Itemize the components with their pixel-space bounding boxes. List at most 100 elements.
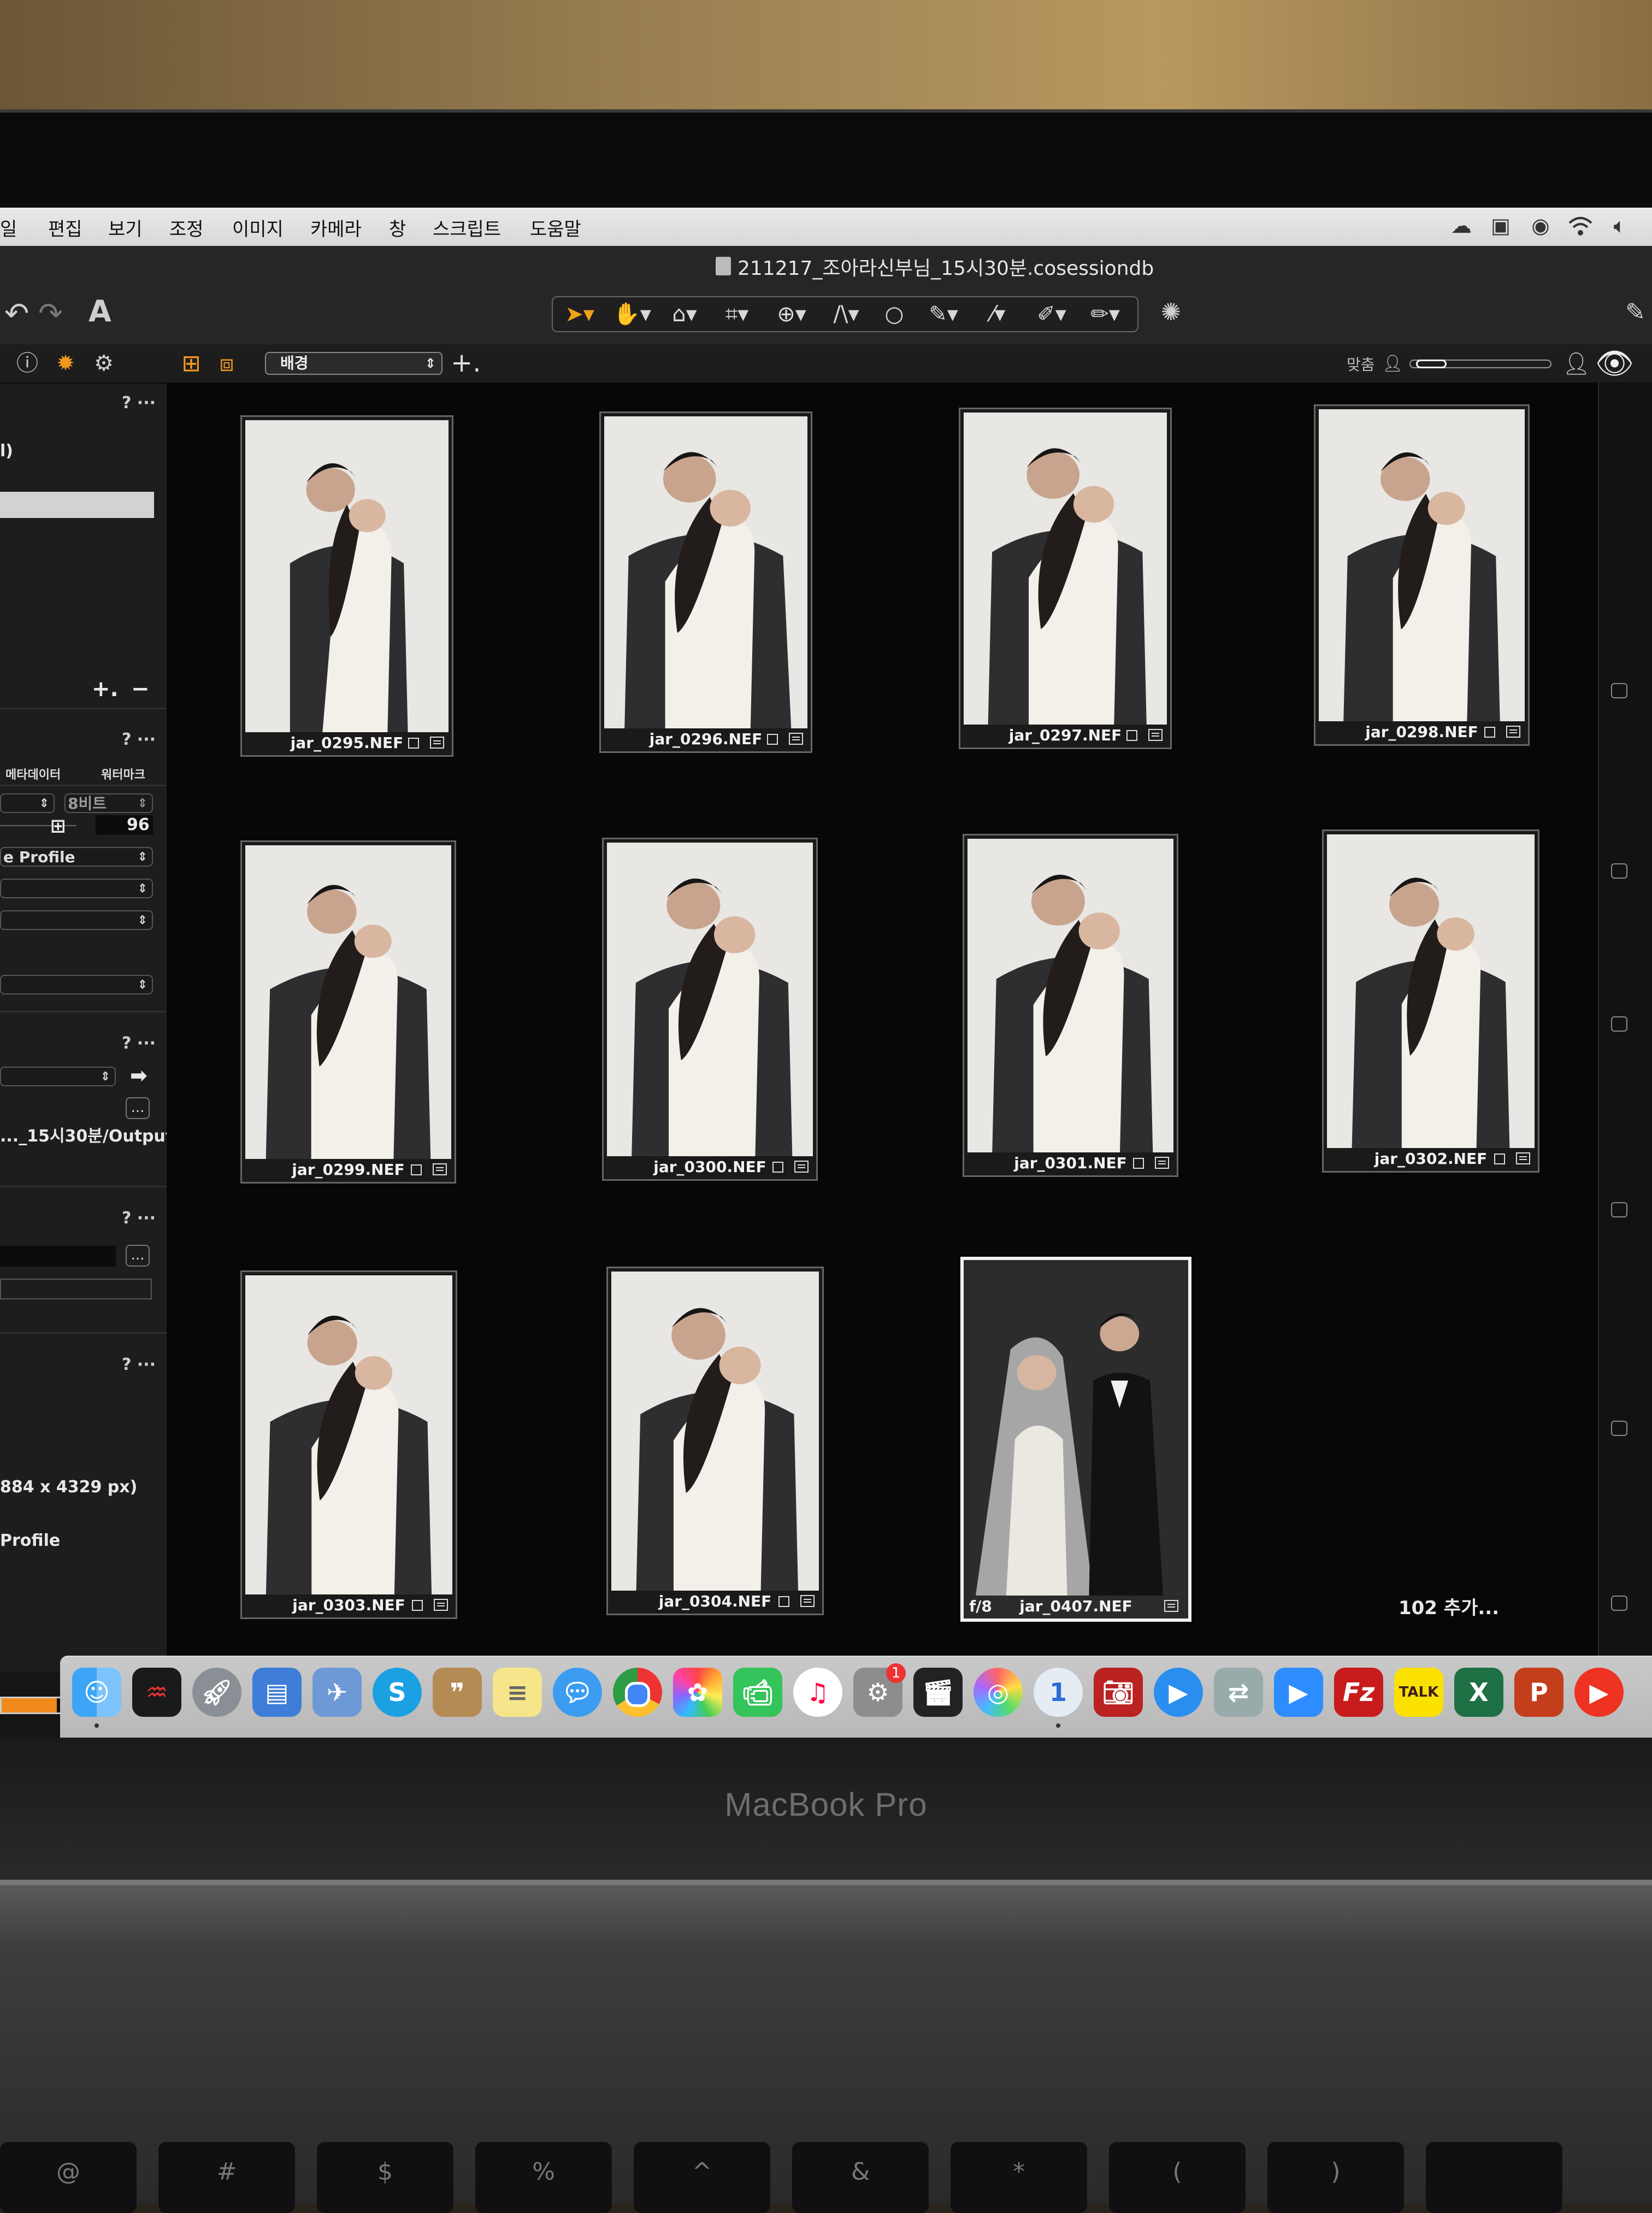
launchpad-icon[interactable]: 🚀︎ [192, 1668, 241, 1717]
icc-profile-select[interactable]: e Profile ⇕ [0, 847, 153, 867]
thumbnail-select-checkbox[interactable] [1126, 730, 1137, 741]
rotate-tool-icon[interactable]: ⊕▾ [767, 301, 816, 328]
audio-recorder-icon[interactable]: ♒ [132, 1668, 181, 1717]
info-tab-icon[interactable]: ⓘ [14, 350, 41, 377]
metadata-icon[interactable] [794, 1161, 809, 1173]
menu-window[interactable]: 창 [389, 214, 406, 241]
notes-icon[interactable]: ≡ [493, 1668, 542, 1717]
menu-camera[interactable]: 카메라 [310, 214, 362, 241]
metadata-icon[interactable] [1164, 1600, 1178, 1612]
thumbnail[interactable]: jar_0298.NEF [1314, 404, 1530, 746]
thumbnail-select-checkbox[interactable] [411, 1164, 422, 1175]
job-name-field[interactable] [0, 1279, 152, 1299]
metadata-icon[interactable] [800, 1595, 815, 1607]
browse-folder-button[interactable]: ... [126, 1097, 150, 1119]
right-checkbox[interactable] [1611, 1596, 1627, 1611]
excel-icon[interactable]: X [1454, 1668, 1503, 1717]
naming-format-field[interactable] [0, 1246, 116, 1267]
menu-help[interactable]: 도움말 [530, 214, 581, 241]
selected-recipe-row[interactable] [0, 492, 154, 518]
section-help-icon[interactable]: ? ··· [122, 1209, 156, 1228]
menu-script[interactable]: 스크립트 [433, 214, 501, 241]
zoom-icon[interactable]: ▶︎ [1274, 1668, 1323, 1717]
right-checkbox[interactable] [1611, 683, 1627, 698]
thumbnail-size-slider[interactable] [1409, 360, 1551, 368]
chrome-icon[interactable] [613, 1668, 662, 1717]
quicktime-icon[interactable]: ▶ [1154, 1668, 1203, 1717]
edit-icon[interactable]: ✎ [1625, 298, 1645, 326]
menu-file[interactable]: 일 [0, 214, 17, 241]
metadata-icon[interactable] [434, 1599, 448, 1611]
slider-knob[interactable] [1416, 360, 1447, 368]
facetime-icon[interactable]: 📹︎ [733, 1668, 782, 1717]
thumbnail-select-checkbox[interactable] [1484, 727, 1495, 738]
reveal-arrow-icon[interactable]: ➡ [130, 1063, 148, 1087]
naming-tokens-button[interactable]: ... [126, 1245, 150, 1267]
file-merge-icon[interactable]: ▤ [252, 1668, 302, 1717]
thumbnail-select-checkbox[interactable] [412, 1600, 423, 1611]
redo-icon[interactable]: ↷ [38, 296, 63, 331]
pointer-tool-icon[interactable]: ➤▾ [555, 301, 604, 328]
quality-value[interactable]: 96 [127, 815, 150, 834]
finder-icon[interactable]: ☺ [72, 1668, 121, 1717]
settings-tab-icon[interactable]: ⚙ [90, 350, 117, 377]
menu-adjust[interactable]: 조정 [169, 214, 204, 241]
contacts-icon[interactable]: ❞ [433, 1668, 482, 1717]
thumbnail[interactable]: jar_0303.NEF [240, 1270, 457, 1619]
gear-tab-icon[interactable]: ✹ [52, 350, 79, 377]
right-checkbox[interactable] [1611, 1421, 1627, 1436]
metadata-icon[interactable] [1516, 1152, 1530, 1164]
eye-icon[interactable]: 👁︎ [1595, 345, 1634, 381]
section-help-icon[interactable]: ? ··· [122, 730, 156, 749]
resolution-select[interactable]: ⇕ [0, 879, 153, 898]
final-cut-pro-icon[interactable]: 🎬︎ [913, 1668, 963, 1717]
open-with-select[interactable]: ⇕ [0, 975, 153, 994]
thumbnail[interactable]: jar_0302.NEF [1322, 829, 1539, 1173]
tab-metadata[interactable]: 메타데이터 [5, 765, 61, 782]
destination-select[interactable]: ⇕ [0, 1067, 116, 1086]
more-images-label[interactable]: 102 추가... [1399, 1593, 1499, 1620]
metadata-icon[interactable] [1148, 729, 1163, 741]
section-help-icon[interactable]: ? ··· [122, 393, 156, 413]
picker-tool-icon[interactable]: ⁄▾ [974, 301, 1023, 328]
thumbnail[interactable]: jar_0300.NEF [602, 838, 818, 1181]
add-collection-icon[interactable]: +. [451, 348, 481, 378]
media-player-icon[interactable]: ▶ [1574, 1668, 1624, 1717]
thumbnail[interactable]: jar_0299.NEF [240, 840, 456, 1184]
powerpoint-icon[interactable]: P [1514, 1668, 1564, 1717]
monitor-icon[interactable]: ▣ [1487, 212, 1514, 239]
filezilla-icon[interactable]: Fz [1334, 1668, 1383, 1717]
grid-view-icon[interactable]: ⊞ [178, 351, 205, 376]
thumbnail-select-checkbox[interactable] [1133, 1158, 1144, 1169]
migration-assistant-icon[interactable]: ⇄ [1214, 1668, 1263, 1717]
loupe-tool-icon[interactable]: ⌂▾ [660, 301, 709, 328]
right-checkbox[interactable] [1611, 1016, 1627, 1032]
pan-tool-icon[interactable]: ✋▾ [607, 301, 657, 328]
preview-icon[interactable]: ✈ [312, 1668, 362, 1717]
thumbnail-select-checkbox[interactable] [767, 734, 778, 745]
filmstrip-view-icon[interactable]: ⧈ [213, 351, 240, 376]
eraser-tool-icon[interactable]: ✐▾ [1027, 301, 1076, 328]
format-select[interactable]: ⇕ [0, 793, 55, 813]
thumbnail-select-checkbox[interactable] [408, 738, 419, 749]
menu-image[interactable]: 이미지 [232, 214, 284, 241]
section-help-icon[interactable]: ? ··· [122, 1034, 156, 1053]
spot-tool-icon[interactable]: ○ [870, 301, 919, 328]
tab-watermark[interactable]: 워터마크 [101, 765, 145, 782]
thumbnail[interactable]: jar_0295.NEF [240, 415, 453, 757]
skype-icon[interactable]: S [373, 1668, 422, 1717]
metadata-icon[interactable] [430, 737, 444, 749]
metadata-icon[interactable] [1155, 1157, 1169, 1169]
keystone-tool-icon[interactable]: /\▾ [822, 301, 871, 328]
thumbnail-select-checkbox[interactable] [778, 1596, 789, 1607]
thumbnail-selected[interactable]: f/8 jar_0407.NEF [960, 1257, 1191, 1622]
scale-select[interactable]: ⇕ [0, 910, 153, 930]
right-checkbox[interactable] [1611, 863, 1627, 879]
music-icon[interactable]: ♫ [793, 1668, 842, 1717]
text-tool-icon[interactable]: A [88, 294, 111, 328]
motion-icon[interactable]: ◎ [974, 1668, 1023, 1717]
metadata-icon[interactable] [789, 733, 803, 745]
creative-cloud-icon[interactable]: ☁ [1448, 212, 1475, 239]
crop-tool-icon[interactable]: ⌗▾ [712, 301, 762, 328]
remove-recipe-icon[interactable]: − [131, 676, 150, 702]
